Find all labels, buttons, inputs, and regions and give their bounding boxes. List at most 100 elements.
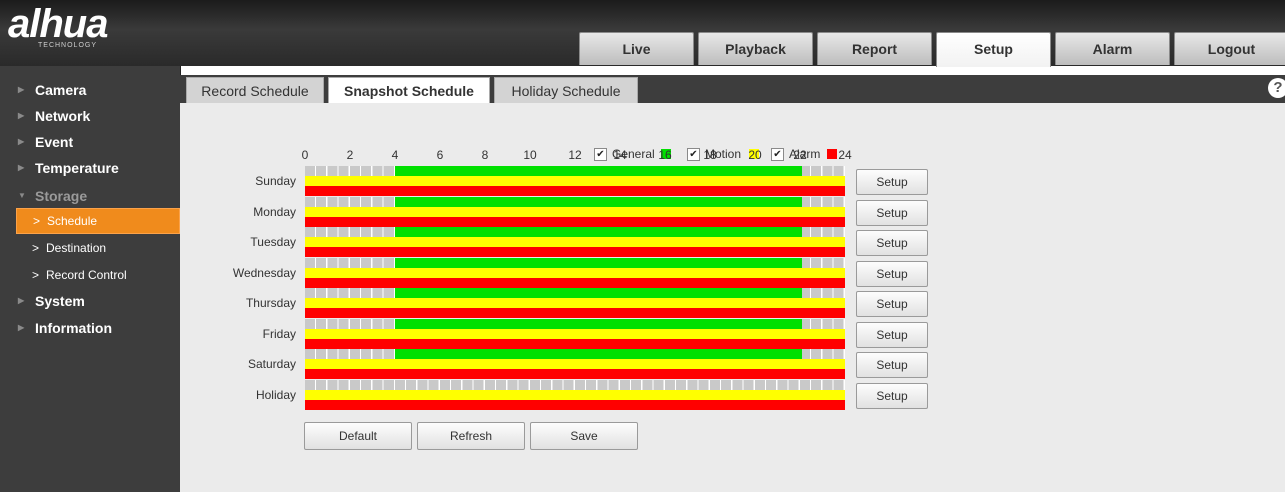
day-label: Saturday	[247, 357, 296, 371]
refresh-button[interactable]: Refresh	[417, 422, 525, 450]
general-segment	[395, 318, 803, 329]
sidebar-item-label: Event	[35, 134, 74, 150]
sidebar-subitem-label: Record Control	[46, 268, 127, 282]
day-label: Sunday	[255, 174, 296, 188]
general-segment	[395, 166, 803, 176]
motion-segment	[305, 389, 845, 400]
alarm-segment	[305, 186, 845, 196]
day-label: Thursday	[245, 296, 296, 310]
schedule-grid[interactable]	[305, 166, 845, 410]
motion-segment	[305, 176, 845, 186]
setup-button[interactable]: Setup	[856, 321, 928, 348]
motion-segment	[305, 206, 845, 217]
help-icon[interactable]: ?	[1268, 78, 1285, 98]
alarm-segment	[305, 369, 845, 379]
sidebar-item-temperature[interactable]: ▶ Temperature	[0, 155, 180, 181]
tab-record-schedule[interactable]: Record Schedule	[186, 77, 324, 104]
sidebar-subitem-label: Destination	[46, 241, 107, 255]
sidebar-item-event[interactable]: ▶ Event	[0, 129, 180, 155]
alarm-segment	[305, 308, 845, 318]
nav-tab-live[interactable]: Live	[579, 32, 694, 65]
motion-segment	[305, 328, 845, 339]
hour-label: 14	[613, 148, 627, 162]
default-button[interactable]: Default	[304, 422, 412, 450]
general-checkbox[interactable]: ✔	[594, 148, 607, 161]
general-segment	[395, 257, 803, 268]
hour-label: 10	[523, 148, 537, 162]
alarm-segment	[305, 216, 845, 227]
sidebar-item-information[interactable]: ▶ Information	[0, 315, 180, 341]
nav-tab-setup[interactable]: Setup	[936, 32, 1051, 67]
sidebar-subitem-label: Schedule	[47, 214, 98, 228]
motion-segment	[305, 237, 845, 247]
logo-text: alhua	[8, 2, 108, 46]
day-label: Friday	[262, 326, 296, 341]
hour-label: 0	[301, 148, 309, 162]
alarm-segment	[305, 338, 845, 349]
sidebar-item-system[interactable]: ▶ System	[0, 288, 180, 314]
sidebar-subitem-destination[interactable]: > Destination	[16, 236, 178, 260]
triangle-right-icon: ▶	[18, 323, 25, 332]
tab-holiday-schedule[interactable]: Holiday Schedule	[494, 77, 638, 104]
day-label: Monday	[253, 204, 296, 219]
setup-button[interactable]: Setup	[856, 230, 928, 256]
sidebar-item-label: System	[35, 293, 85, 309]
hour-label: 24	[838, 148, 852, 162]
content-tab-bar: Record Schedule Snapshot Schedule Holida…	[180, 75, 1285, 104]
top-bar: alhua TECHNOLOGY Live Playback Report Se…	[0, 0, 1285, 67]
day-label: Tuesday	[250, 235, 296, 249]
hour-label: 2	[346, 148, 354, 162]
nav-tab-report[interactable]: Report	[817, 32, 932, 65]
brand-logo: alhua TECHNOLOGY	[8, 4, 168, 54]
triangle-right-icon: ▶	[18, 111, 25, 120]
day-label: Wednesday	[232, 265, 296, 280]
hour-label: 22	[793, 148, 807, 162]
general-segment	[395, 349, 803, 359]
triangle-down-icon: ▼	[18, 191, 26, 200]
setup-button[interactable]: Setup	[856, 169, 928, 195]
sidebar-item-label: Temperature	[35, 160, 119, 176]
triangle-right-icon: ▶	[18, 85, 25, 94]
day-label: Holiday	[255, 387, 296, 402]
setup-button[interactable]: Setup	[856, 199, 928, 226]
general-segment	[395, 227, 803, 237]
motion-segment	[305, 267, 845, 278]
hour-label: 18	[703, 148, 717, 162]
hour-label: 8	[481, 148, 489, 162]
sidebar-subitem-record-control[interactable]: > Record Control	[16, 263, 178, 287]
nav-tab-logout[interactable]: Logout	[1174, 32, 1285, 65]
nav-tab-playback[interactable]: Playback	[698, 32, 813, 65]
chevron-right-icon: >	[32, 241, 40, 255]
sidebar-item-storage[interactable]: ▼ Storage	[0, 183, 180, 209]
general-segment	[395, 288, 803, 298]
chevron-right-icon: >	[32, 268, 40, 282]
general-segment	[395, 196, 803, 207]
alarm-checkbox[interactable]: ✔	[771, 148, 784, 161]
motion-segment	[305, 359, 845, 369]
hour-label: 16	[658, 148, 672, 162]
logo-subtext: TECHNOLOGY	[38, 42, 98, 49]
setup-button[interactable]: Setup	[856, 291, 928, 317]
sidebar: ▶ Camera ▶ Network ▶ Event ▶ Temperature…	[0, 66, 181, 492]
save-button[interactable]: Save	[530, 422, 638, 450]
alarm-segment	[305, 277, 845, 288]
hour-label: 12	[568, 148, 582, 162]
nav-tab-alarm[interactable]: Alarm	[1055, 32, 1170, 65]
general-row-empty	[305, 379, 845, 390]
sidebar-item-label: Camera	[35, 82, 87, 98]
sidebar-item-camera[interactable]: ▶ Camera	[0, 77, 180, 103]
triangle-right-icon: ▶	[18, 163, 25, 172]
setup-button[interactable]: Setup	[856, 352, 928, 378]
tab-snapshot-schedule[interactable]: Snapshot Schedule	[328, 77, 490, 104]
sidebar-item-network[interactable]: ▶ Network	[0, 103, 180, 129]
motion-segment	[305, 298, 845, 308]
triangle-right-icon: ▶	[18, 296, 25, 305]
hour-label: 6	[436, 148, 444, 162]
sidebar-subitem-schedule[interactable]: > Schedule	[16, 208, 180, 234]
chevron-right-icon: >	[33, 214, 41, 228]
alarm-segment	[305, 247, 845, 257]
setup-button[interactable]: Setup	[856, 382, 928, 409]
sidebar-item-label: Network	[35, 108, 91, 124]
triangle-right-icon: ▶	[18, 137, 25, 146]
setup-button[interactable]: Setup	[856, 260, 928, 287]
